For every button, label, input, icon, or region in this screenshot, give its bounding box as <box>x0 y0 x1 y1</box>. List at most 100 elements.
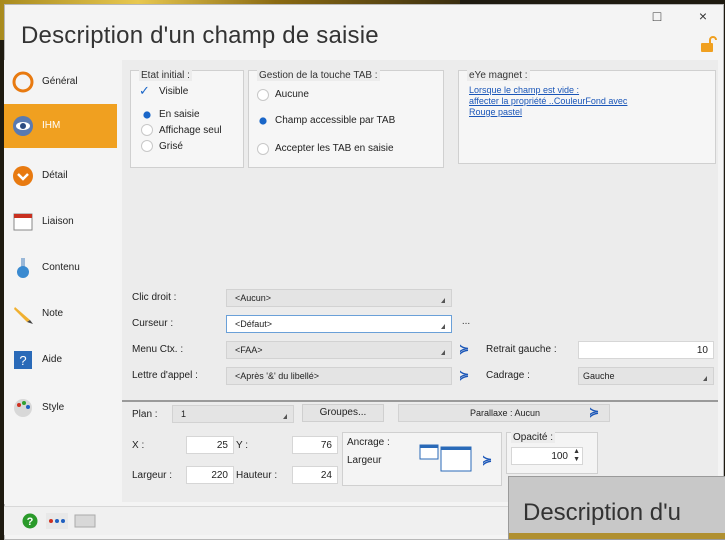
lettre-appel-select[interactable]: <Après '&' du libellé> <box>226 367 452 385</box>
retrait-gauche-input[interactable]: 10 <box>578 341 714 359</box>
radio-en-saisie[interactable] <box>143 111 151 119</box>
sidebar-item-aide[interactable]: ? Aide <box>4 338 117 382</box>
overlay-title: Description d'u <box>523 499 681 526</box>
link-icon <box>13 213 33 231</box>
dropdown-arrow-icon <box>283 414 287 419</box>
sidebar-item-label: Contenu <box>42 262 80 273</box>
radio-accepter-tab[interactable] <box>257 143 269 155</box>
sidebar-item-label: IHM <box>42 120 61 131</box>
radio-label[interactable]: En saisie <box>159 109 200 120</box>
curseur-select[interactable]: <Défaut> <box>226 315 452 333</box>
dropdown-arrow-icon <box>703 376 707 381</box>
overlay-decoration <box>509 533 725 539</box>
sidebar-item-liaison[interactable]: Liaison <box>4 200 117 244</box>
double-chevron-down-icon[interactable]: ≽ <box>479 453 495 469</box>
overlay-window-preview: Description d'u <box>508 476 725 540</box>
select-value: <Aucun> <box>235 293 272 303</box>
field-value: 76 <box>320 440 332 451</box>
select-value: Parallaxe : Aucun <box>469 408 541 418</box>
opacite-input[interactable]: 100 ▲ ▼ <box>511 447 583 465</box>
group-title: Gestion de la touche TAB : <box>257 70 380 81</box>
dropdown-arrow-icon <box>441 298 445 303</box>
clic-droit-select[interactable]: <Aucun> <box>226 289 452 307</box>
hauteur-input[interactable]: 24 <box>292 466 338 484</box>
sidebar-item-label: Style <box>42 402 65 413</box>
sidebar-item-note[interactable]: Note <box>4 292 117 336</box>
select-value: <Défaut> <box>235 319 273 329</box>
checkmark-icon[interactable]: ✓ <box>139 83 150 99</box>
largeur-input[interactable]: 220 <box>186 466 234 484</box>
eye-magnet-link[interactable]: Rouge pastel <box>469 107 522 117</box>
flask-icon <box>17 258 29 278</box>
select-value: 1 <box>181 409 187 419</box>
parallaxe-select[interactable]: Parallaxe : Aucun <box>398 404 610 422</box>
help-book-icon: ? <box>14 351 32 369</box>
select-value: <Après '&' du libellé> <box>235 371 319 381</box>
ancrage-label: Ancrage : <box>347 437 390 448</box>
radio-affichage-seul[interactable] <box>141 124 153 136</box>
eye-magnet-link[interactable]: Lorsque le champ est vide : <box>469 85 579 95</box>
dropdown-arrow-icon <box>441 324 445 329</box>
svg-text:?: ? <box>27 516 34 528</box>
general-icon <box>12 71 34 93</box>
spinner-icon[interactable]: ▲ ▼ <box>573 448 580 464</box>
double-chevron-down-icon[interactable]: ≽ <box>456 368 472 384</box>
help-icon[interactable]: ? <box>22 513 38 529</box>
radio-champ-accessible[interactable] <box>259 117 267 125</box>
sidebar-item-contenu[interactable]: Contenu <box>4 246 117 290</box>
clic-droit-label: Clic droit : <box>132 292 177 303</box>
field-value: 25 <box>216 440 228 451</box>
visible-checkbox-label[interactable]: Visible <box>159 86 188 97</box>
sidebar-item-label: Aide <box>42 354 63 365</box>
sidebar-item-ihm[interactable]: IHM <box>4 104 117 148</box>
x-input[interactable]: 25 <box>186 436 234 454</box>
radio-aucune[interactable] <box>257 89 269 101</box>
ihm-panel: Etat initial : ✓ Visible En saisie Affic… <box>122 60 718 400</box>
ancrage-group: Ancrage : Largeur ≽ <box>342 432 502 486</box>
eye-icon <box>13 116 33 136</box>
detail-icon <box>13 166 33 186</box>
select-value: Gauche <box>583 371 615 381</box>
groupes-button[interactable]: Groupes... <box>302 404 384 422</box>
retrait-gauche-label: Retrait gauche : <box>486 344 557 355</box>
sidebar-item-label: Note <box>42 308 64 319</box>
minimize-button[interactable]: □ <box>645 8 669 28</box>
window-title: Description d'un champ de saisie <box>21 22 379 49</box>
lettre-appel-label: Lettre d'appel : <box>132 370 198 381</box>
eye-magnet-group: eYe magnet : Lorsque le champ est vide :… <box>458 70 716 164</box>
radio-grise[interactable] <box>141 140 153 152</box>
radio-label[interactable]: Accepter les TAB en saisie <box>275 143 394 154</box>
sidebar-item-detail[interactable]: Détail <box>4 154 117 198</box>
cadrage-select[interactable]: Gauche <box>578 367 714 385</box>
anchor-preview-icon[interactable] <box>419 441 475 473</box>
opacite-group: Opacité : 100 ▲ ▼ <box>506 432 598 474</box>
radio-label[interactable]: Affichage seul <box>159 125 222 136</box>
svg-text:?: ? <box>19 353 26 368</box>
unlock-icon[interactable] <box>699 35 717 53</box>
close-button[interactable]: × <box>691 8 715 28</box>
sidebar: Général IHM Détail Liaison Contenu Note … <box>4 60 119 504</box>
etat-initial-group: Etat initial : ✓ Visible En saisie Affic… <box>130 70 244 168</box>
y-label: Y : <box>236 440 249 451</box>
ancrage-value: Largeur <box>347 455 382 466</box>
menu-ctx-select[interactable]: <FAA> <box>226 341 452 359</box>
y-input[interactable]: 76 <box>292 436 338 454</box>
field-value: 10 <box>696 345 708 356</box>
dots-icon[interactable] <box>46 513 68 529</box>
menu-ctx-label: Menu Ctx. : <box>132 344 184 355</box>
keyboard-icon[interactable] <box>74 513 96 529</box>
curseur-browse-button[interactable]: ... <box>456 316 476 334</box>
double-chevron-down-icon[interactable]: ≽ <box>456 342 472 358</box>
sidebar-item-style[interactable]: Style <box>4 386 117 430</box>
sidebar-item-general[interactable]: Général <box>4 60 117 104</box>
field-value: 100 <box>551 451 568 462</box>
largeur-label: Largeur : <box>132 470 173 481</box>
radio-label[interactable]: Aucune <box>275 89 309 100</box>
pencil-icon <box>14 307 33 324</box>
plan-select[interactable]: 1 <box>172 405 294 423</box>
eye-magnet-link[interactable]: affecter la propriété ..CouleurFond avec <box>469 96 627 106</box>
radio-label[interactable]: Champ accessible par TAB <box>275 115 395 126</box>
radio-label[interactable]: Grisé <box>159 141 183 152</box>
sidebar-item-label: Détail <box>42 170 68 181</box>
group-title: Etat initial : <box>139 70 192 81</box>
